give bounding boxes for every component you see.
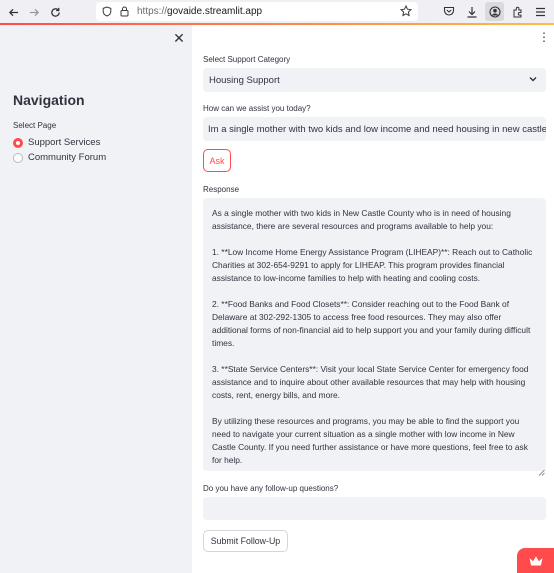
radio-button-checked[interactable]: [13, 137, 23, 148]
response-paragraph: 3. **State Service Centers**: Visit your…: [212, 364, 529, 400]
browser-toolbar: https://govaide.streamlit.app: [0, 0, 554, 23]
sidebar-title: Navigation: [13, 92, 85, 108]
account-icon[interactable]: [485, 2, 504, 21]
address-bar[interactable]: https://govaide.streamlit.app: [96, 2, 418, 21]
category-select[interactable]: Housing Support: [203, 68, 546, 92]
url-text: https://govaide.streamlit.app: [137, 6, 262, 17]
hamburger-menu-icon[interactable]: [531, 2, 550, 21]
main-menu-icon[interactable]: ⋮: [538, 31, 550, 43]
pocket-icon[interactable]: [439, 2, 458, 21]
radio-option-support-services[interactable]: Support Services: [13, 137, 100, 148]
question-input[interactable]: Im a single mother with two kids and low…: [203, 117, 546, 141]
response-paragraph: As a single mother with two kids in New …: [212, 208, 511, 231]
category-label: Select Support Category: [203, 55, 291, 64]
response-textarea[interactable]: As a single mother with two kids in New …: [203, 198, 546, 471]
category-select-value: Housing Support: [209, 74, 280, 86]
lock-icon[interactable]: [120, 6, 131, 17]
response-paragraph: By utilizing these resources and program…: [212, 416, 528, 465]
response-paragraph: 2. **Food Banks and Food Closets**: Cons…: [212, 299, 531, 348]
radio-option-community-forum[interactable]: Community Forum: [13, 152, 106, 163]
close-sidebar-icon[interactable]: ✕: [172, 30, 186, 46]
url-host: govaide.streamlit.app: [167, 6, 263, 17]
radio-label: Community Forum: [28, 152, 107, 163]
crown-icon: [529, 556, 542, 565]
response-paragraph: 1. **Low Income Home Energy Assistance P…: [212, 247, 533, 283]
response-label: Response: [203, 185, 240, 194]
browser-actions: [439, 2, 550, 21]
streamlit-crown-badge[interactable]: [517, 548, 554, 573]
forward-icon[interactable]: [24, 2, 44, 22]
followup-label: Do you have any follow-up questions?: [203, 484, 339, 493]
ask-button[interactable]: Ask: [203, 149, 231, 172]
sidebar: ✕ Navigation Select Page Support Service…: [0, 25, 192, 573]
resize-grip-icon[interactable]: [538, 463, 545, 476]
chevron-down-icon: [528, 74, 538, 84]
bookmark-star-icon[interactable]: [399, 4, 413, 17]
back-icon[interactable]: [3, 2, 23, 22]
download-icon[interactable]: [462, 2, 481, 21]
select-page-label: Select Page: [13, 121, 57, 130]
shield-icon[interactable]: [102, 6, 113, 17]
radio-label: Support Services: [28, 137, 101, 148]
question-input-value: Im a single mother with two kids and low…: [208, 123, 546, 135]
url-scheme: https://: [137, 6, 168, 17]
extensions-icon[interactable]: [508, 2, 527, 21]
radio-button[interactable]: [13, 152, 23, 163]
submit-followup-button[interactable]: Submit Follow-Up: [203, 530, 288, 552]
question-label: How can we assist you today?: [203, 104, 311, 113]
reload-icon[interactable]: [45, 2, 65, 22]
followup-input[interactable]: [203, 497, 546, 520]
